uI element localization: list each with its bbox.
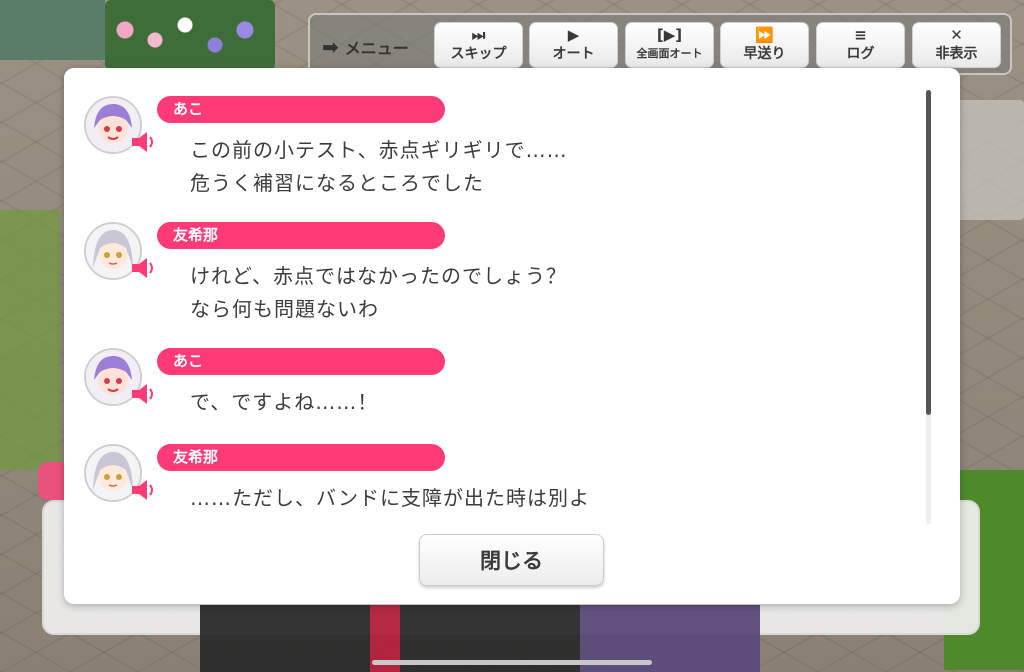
voice-speaker-icon[interactable] bbox=[130, 478, 158, 502]
menu-button[interactable]: ➡ メニュー bbox=[322, 32, 409, 62]
menu-label: メニュー bbox=[344, 39, 409, 58]
hide-button[interactable]: ✕ 非表示 bbox=[912, 22, 1001, 68]
dialogue-line: この前の小テスト、赤点ギリギリで…… bbox=[190, 138, 568, 162]
log-scrollbar[interactable] bbox=[926, 90, 931, 524]
log-dialog: あこ この前の小テスト、赤点ギリギリで…… 危うく補習になるところでした 友希那… bbox=[64, 68, 960, 604]
log-list[interactable]: あこ この前の小テスト、赤点ギリギリで…… 危うく補習になるところでした 友希那… bbox=[64, 68, 924, 528]
close-button[interactable]: 閉じる bbox=[419, 534, 604, 586]
flower-bed bbox=[105, 0, 275, 70]
fullscreen-auto-label: 全画面オート bbox=[636, 47, 703, 60]
log-icon: ≡ bbox=[854, 26, 867, 44]
fullscreen-auto-button[interactable]: [▶] 全画面オート bbox=[625, 22, 714, 68]
fast-forward-label: 早送り bbox=[743, 46, 786, 62]
home-indicator[interactable] bbox=[372, 660, 652, 665]
fast-forward-icon: ⏩ bbox=[755, 26, 774, 44]
skip-button[interactable]: ⏭ スキップ bbox=[434, 22, 523, 68]
skip-label: スキップ bbox=[450, 46, 507, 62]
fast-forward-button[interactable]: ⏩ 早送り bbox=[720, 22, 809, 68]
avatar-yukina bbox=[84, 444, 153, 504]
auto-label: オート bbox=[552, 46, 595, 62]
arrow-right-icon: ➡ bbox=[322, 35, 339, 59]
hide-label: 非表示 bbox=[935, 46, 978, 62]
dialogue-line: ……ただし、バンドに支障が出た時は別よ bbox=[190, 486, 590, 510]
voice-speaker-icon[interactable] bbox=[130, 130, 158, 154]
voice-speaker-icon[interactable] bbox=[130, 256, 158, 280]
grass-left bbox=[0, 210, 60, 470]
fullscreen-auto-icon: [▶] bbox=[656, 26, 683, 44]
dialogue-line: けれど、赤点ではなかったのでしょう？ bbox=[190, 264, 567, 288]
avatar-ako bbox=[84, 96, 153, 156]
speaker-name-bar: 友希那 bbox=[157, 444, 445, 471]
speaker-name-bar: あこ bbox=[157, 348, 445, 375]
avatar-yukina bbox=[84, 222, 153, 282]
scrollbar-thumb[interactable] bbox=[926, 90, 931, 415]
avatar-ako bbox=[84, 348, 153, 408]
log-button[interactable]: ≡ ログ bbox=[816, 22, 905, 68]
dialogue-line: で、ですよね……！ bbox=[190, 390, 379, 414]
cafe-table bbox=[954, 100, 1024, 220]
speaker-name-bar: あこ bbox=[157, 96, 445, 123]
auto-button[interactable]: ▶ オート bbox=[529, 22, 618, 68]
shop-front bbox=[0, 0, 105, 60]
speaker-name-bar: 友希那 bbox=[157, 222, 445, 249]
log-label: ログ bbox=[846, 46, 875, 62]
skip-icon: ⏭ bbox=[471, 26, 486, 44]
dialogue-line: なら何も問題ないわ bbox=[190, 297, 379, 321]
play-icon: ▶ bbox=[567, 26, 580, 44]
close-x-icon: ✕ bbox=[950, 26, 963, 44]
voice-speaker-icon[interactable] bbox=[130, 382, 158, 406]
dialogue-line: 危うく補習になるところでした bbox=[190, 171, 484, 195]
